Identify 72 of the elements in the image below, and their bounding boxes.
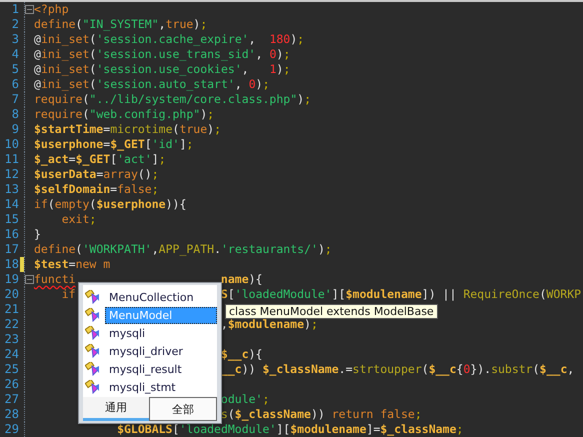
code-fragment: s($_className)) return false; (220, 407, 422, 422)
code-line: $test=new m (34, 257, 110, 272)
collapse-icon[interactable] (25, 5, 34, 14)
class-icon (85, 362, 101, 376)
line-number: 27 (4, 392, 20, 407)
class-icon (85, 380, 101, 394)
code-line: $startTime=microtime(true); (34, 122, 222, 137)
line-number: 6 (10, 77, 20, 92)
code-line: <?php (34, 2, 69, 17)
code-line: @ini_set('session.use_trans_sid', 0); (34, 47, 290, 62)
code-fragment: odule'; (220, 392, 270, 407)
line-number: 15 (4, 212, 20, 227)
code-fragment: ,$modulename); (220, 317, 318, 332)
code-line: $GLOBALS['loadedModule'][$modulename]=$_className; (116, 422, 464, 437)
code-fragment: $__c){ (220, 347, 262, 362)
line-number: 25 (4, 362, 20, 377)
line-number: 18 (4, 257, 20, 272)
line-number: 5 (10, 62, 20, 77)
code-line: @ini_set('session.auto_start', 0); (34, 77, 270, 92)
code-line: $_act=$_GET['act']; (34, 152, 166, 167)
code-line: $selfDomain=false; (34, 182, 159, 197)
filter-tab[interactable]: 通用 (83, 397, 149, 421)
line-number: 10 (4, 137, 20, 152)
line-number: 2 (10, 17, 20, 32)
code-line: @ini_set('session.use_cookies', 1); (34, 62, 290, 77)
line-number: 13 (4, 182, 20, 197)
line-number: 24 (4, 347, 20, 362)
suggestion-item[interactable]: mysqli (105, 324, 217, 342)
line-number: 7 (10, 92, 20, 107)
class-icon (85, 308, 101, 322)
class-icon (85, 290, 101, 304)
code-fragment: functi (34, 272, 76, 286)
line-number: 4 (10, 47, 20, 62)
code-line: require("web.config.php"); (34, 107, 214, 122)
code-line: define("IN_SYSTEM",true); (34, 17, 208, 32)
line-number: 11 (4, 152, 20, 167)
line-number: 19 (4, 272, 20, 287)
suggestion-item[interactable]: mysqli_driver (105, 342, 217, 360)
line-number: 12 (4, 167, 20, 182)
suggestion-item[interactable]: MenuCollection (105, 288, 217, 306)
code-fragment: if (60, 287, 76, 301)
line-number: 23 (4, 332, 20, 347)
line-number: 21 (4, 302, 20, 317)
code-line: @ini_set('session.cache_expire', 180); (34, 32, 304, 47)
type-tooltip: class MenuModel extends ModelBase (225, 304, 438, 319)
code-line: define('WORKPATH',APP_PATH.'restaurants/'); (34, 242, 332, 257)
line-number: 1 (10, 2, 20, 17)
code-line: exit; (60, 212, 96, 227)
code-line: $userphone=$_GET['id']; (34, 137, 194, 152)
collapse-icon[interactable] (25, 275, 34, 284)
code-line: require("../lib/system/core.class.php"); (34, 92, 311, 107)
line-number: 3 (10, 32, 20, 47)
line-number: 29 (4, 422, 20, 437)
line-number: 8 (10, 107, 20, 122)
line-number: 9 (10, 122, 20, 137)
class-icon (85, 326, 101, 340)
line-number: 22 (4, 317, 20, 332)
suggestion-item[interactable]: mysqli_stmt (105, 378, 217, 396)
code-line: $userData=array(); (34, 167, 159, 182)
line-number: 28 (4, 407, 20, 422)
line-number: 26 (4, 377, 20, 392)
line-number: 17 (4, 242, 20, 257)
code-line: } (34, 227, 41, 242)
line-number: 14 (4, 197, 20, 212)
class-icon (85, 344, 101, 358)
line-number: 16 (4, 227, 20, 242)
code-fragment: name){ (220, 272, 262, 287)
suggestion-item[interactable]: mysqli_result (105, 360, 217, 378)
code-fragment: __c)) $_className.=strtoupper($__c{0}).substr($__c, (220, 362, 574, 377)
filter-tab[interactable]: 全部 (149, 397, 217, 421)
line-number: 20 (4, 287, 20, 302)
code-line: if(empty($userphone)){ (34, 197, 186, 212)
